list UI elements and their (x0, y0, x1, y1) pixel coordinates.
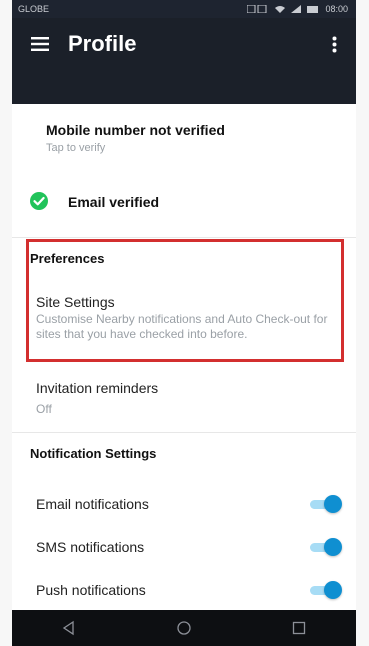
email-verified-row: Email verified (12, 186, 356, 216)
email-notifications-label: Email notifications (36, 496, 149, 512)
invitation-reminders-value: Off (36, 402, 52, 416)
wifi-icon (275, 6, 286, 13)
check-circle-icon (30, 192, 48, 210)
recents-icon[interactable] (291, 620, 307, 636)
invitation-reminders-item[interactable]: Invitation reminders Off (12, 374, 356, 422)
highlight-box (26, 239, 344, 362)
email-verified-label: Email verified (68, 194, 160, 210)
invitation-reminders-title: Invitation reminders (36, 380, 159, 396)
mobile-verify-row[interactable]: Mobile number not verified Tap to verify (12, 114, 356, 164)
divider (12, 237, 356, 238)
toggle-thumb (324, 495, 342, 513)
app-bar: Profile (12, 18, 356, 104)
page-title: Profile (68, 31, 137, 56)
menu-button[interactable] (12, 18, 68, 70)
status-bar: GLOBE 08:00 (12, 0, 356, 18)
push-notifications-row[interactable]: Push notifications (12, 572, 356, 608)
home-icon[interactable] (176, 620, 192, 636)
mobile-verify-title: Mobile number not verified (46, 122, 225, 138)
system-nav-bar (12, 610, 356, 646)
back-icon[interactable] (61, 620, 77, 636)
sms-notifications-toggle[interactable] (310, 538, 342, 556)
divider (12, 432, 356, 433)
status-time: 08:00 (325, 4, 348, 14)
more-options-button[interactable] (312, 18, 356, 70)
carrier-label: GLOBE (18, 4, 50, 14)
nfc-icon (247, 5, 267, 13)
more-vertical-icon (332, 36, 336, 52)
sms-notifications-row[interactable]: SMS notifications (12, 529, 356, 565)
battery-icon (307, 5, 319, 13)
notification-settings-heading: Notification Settings (30, 446, 157, 461)
toggle-thumb (324, 538, 342, 556)
push-notifications-toggle[interactable] (310, 581, 342, 599)
hamburger-menu-icon (31, 37, 49, 51)
phone-screen: GLOBE 08:00 Profile Mobile number not ve… (12, 0, 356, 646)
screenshot-frame: GLOBE 08:00 Profile Mobile number not ve… (0, 0, 369, 646)
sms-notifications-label: SMS notifications (36, 539, 145, 555)
status-icons: 08:00 (247, 4, 348, 14)
email-notifications-toggle[interactable] (310, 495, 342, 513)
push-notifications-label: Push notifications (36, 582, 146, 598)
email-notifications-row[interactable]: Email notifications (12, 486, 356, 522)
mobile-verify-subtitle: Tap to verify (46, 142, 106, 154)
signal-icon (291, 5, 302, 13)
toggle-thumb (324, 581, 342, 599)
